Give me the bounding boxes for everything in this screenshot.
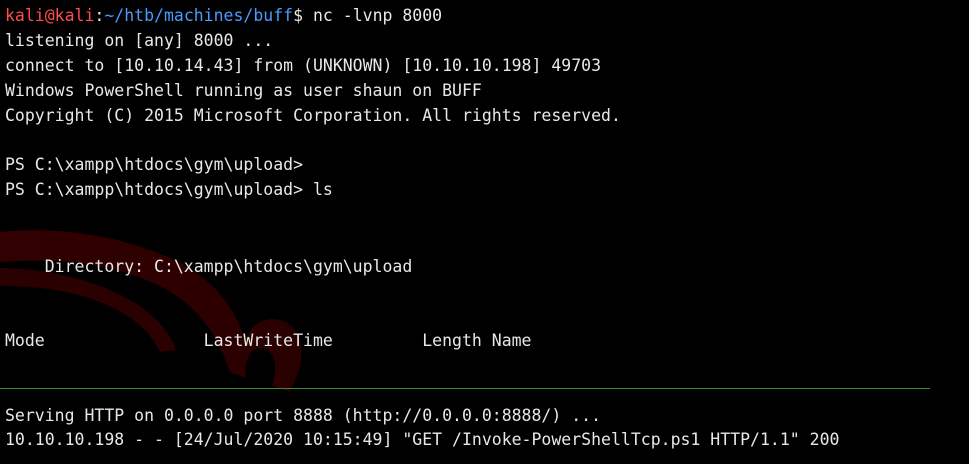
pane-divider[interactable] xyxy=(0,388,930,389)
powershell-ls-command-line: PS C:\xampp\htdocs\gym\upload> ls xyxy=(5,180,333,199)
prompt-command: nc -lvnp 8000 xyxy=(303,6,443,25)
http-request-log-line: 10.10.10.198 - - [24/Jul/2020 10:15:49] … xyxy=(5,430,840,449)
directory-columns-header: Mode LastWriteTime Length Name xyxy=(5,331,532,350)
terminal-output-line: connect to [10.10.14.43] from (UNKNOWN) … xyxy=(5,56,602,75)
terminal-output-line: Copyright (C) 2015 Microsoft Corporation… xyxy=(5,106,621,125)
bottom-terminal-pane[interactable]: Serving HTTP on 0.0.0.0 port 8888 (http:… xyxy=(0,391,969,464)
prompt-colon: : xyxy=(94,6,105,25)
directory-heading-line: Directory: C:\xampp\htdocs\gym\upload xyxy=(5,257,413,276)
http-server-status-line: Serving HTTP on 0.0.0.0 port 8888 (http:… xyxy=(5,406,602,425)
shell-prompt-line: kali@kali:~/htb/machines/buff$ nc -lvnp … xyxy=(5,3,442,28)
prompt-symbol: $ xyxy=(293,6,304,25)
terminal-output-line: listening on [any] 8000 ... xyxy=(5,31,274,50)
terminal-output-line: Windows PowerShell running as user shaun… xyxy=(5,81,482,100)
top-terminal-pane[interactable]: kali@kali:~/htb/machines/buff$ nc -lvnp … xyxy=(0,0,969,388)
prompt-path: ~/htb/machines/buff xyxy=(104,6,294,25)
powershell-prompt-line: PS C:\xampp\htdocs\gym\upload> xyxy=(5,155,304,174)
prompt-user-host: kali@kali xyxy=(5,6,95,25)
